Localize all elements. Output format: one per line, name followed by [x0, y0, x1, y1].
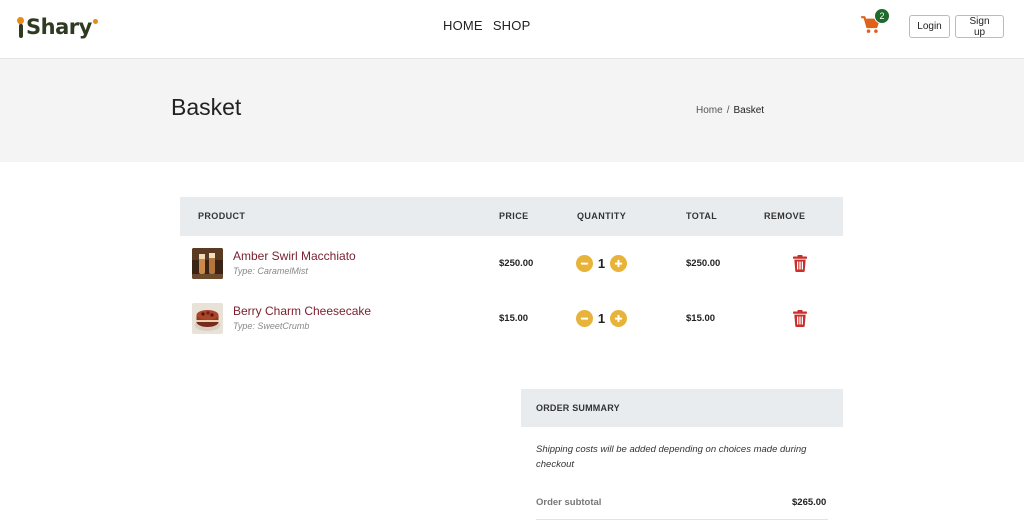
product-name-link[interactable]: Amber Swirl Macchiato: [233, 249, 356, 263]
column-header-quantity: QUANTITY: [577, 211, 627, 221]
brand-logo[interactable]: Shary: [15, 13, 98, 41]
table-row: Amber Swirl Macchiato Type: CaramelMist …: [180, 236, 843, 291]
order-summary-header: ORDER SUMMARY: [521, 389, 843, 427]
nav-home-link[interactable]: HOME: [443, 18, 483, 33]
cart-count-badge: 2: [874, 8, 890, 24]
product-type: Type: CaramelMist: [233, 266, 308, 276]
product-type: Type: SweetCrumb: [233, 321, 310, 331]
breadcrumb-current: Basket: [733, 105, 765, 116]
order-subtotal-value: $265.00: [792, 497, 827, 508]
quantity-stepper: 1: [576, 255, 627, 272]
column-header-product: PRODUCT: [198, 211, 246, 221]
column-header-price: PRICE: [499, 211, 529, 221]
column-header-remove: REMOVE: [764, 211, 806, 221]
plus-icon: [614, 259, 623, 268]
minus-icon: [580, 317, 589, 320]
signup-button[interactable]: Sign up: [955, 15, 1004, 38]
basket-table-header: PRODUCT PRICE QUANTITY TOTAL REMOVE: [180, 197, 843, 236]
main-nav: HOME SHOP: [443, 18, 530, 33]
product-thumbnail[interactable]: [192, 303, 223, 334]
login-button[interactable]: Login: [909, 15, 950, 38]
quantity-value: 1: [597, 311, 606, 326]
increase-quantity-button[interactable]: [610, 310, 627, 327]
quantity-value: 1: [597, 256, 606, 271]
breadcrumb: Home / Basket: [696, 105, 764, 116]
cart-button[interactable]: 2: [861, 8, 890, 36]
quantity-stepper: 1: [576, 310, 627, 327]
product-price: $15.00: [499, 313, 529, 324]
remove-item-button[interactable]: [792, 310, 808, 327]
logo-dot: [92, 18, 98, 24]
order-subtotal-label: Order subtotal: [536, 497, 602, 508]
breadcrumb-home-link[interactable]: Home: [696, 105, 723, 116]
summary-divider: [536, 519, 828, 520]
product-price: $250.00: [499, 258, 534, 269]
remove-item-button[interactable]: [792, 255, 808, 272]
decrease-quantity-button[interactable]: [576, 310, 593, 327]
order-summary-title: ORDER SUMMARY: [536, 403, 620, 413]
logo-mark-icon: [15, 15, 26, 38]
trash-icon: [793, 255, 807, 272]
minus-icon: [580, 262, 589, 265]
logo-text: Shary: [26, 15, 92, 39]
product-total: $250.00: [686, 258, 721, 269]
page-title: Basket: [171, 94, 242, 120]
decrease-quantity-button[interactable]: [576, 255, 593, 272]
nav-shop-link[interactable]: SHOP: [493, 18, 531, 33]
top-navbar: Shary HOME SHOP 2 Login Sign up: [0, 0, 1024, 59]
product-total: $15.00: [686, 313, 716, 324]
shipping-note: Shipping costs will be added depending o…: [536, 444, 807, 470]
table-row: Berry Charm Cheesecake Type: SweetCrumb …: [180, 291, 843, 346]
product-thumbnail[interactable]: [192, 248, 223, 279]
product-name-link[interactable]: Berry Charm Cheesecake: [233, 304, 371, 318]
column-header-total: TOTAL: [686, 211, 718, 221]
plus-icon: [614, 314, 623, 323]
trash-icon: [793, 310, 807, 327]
increase-quantity-button[interactable]: [610, 255, 627, 272]
page-banner: Basket Home / Basket: [0, 59, 1024, 162]
breadcrumb-separator: /: [726, 105, 730, 116]
